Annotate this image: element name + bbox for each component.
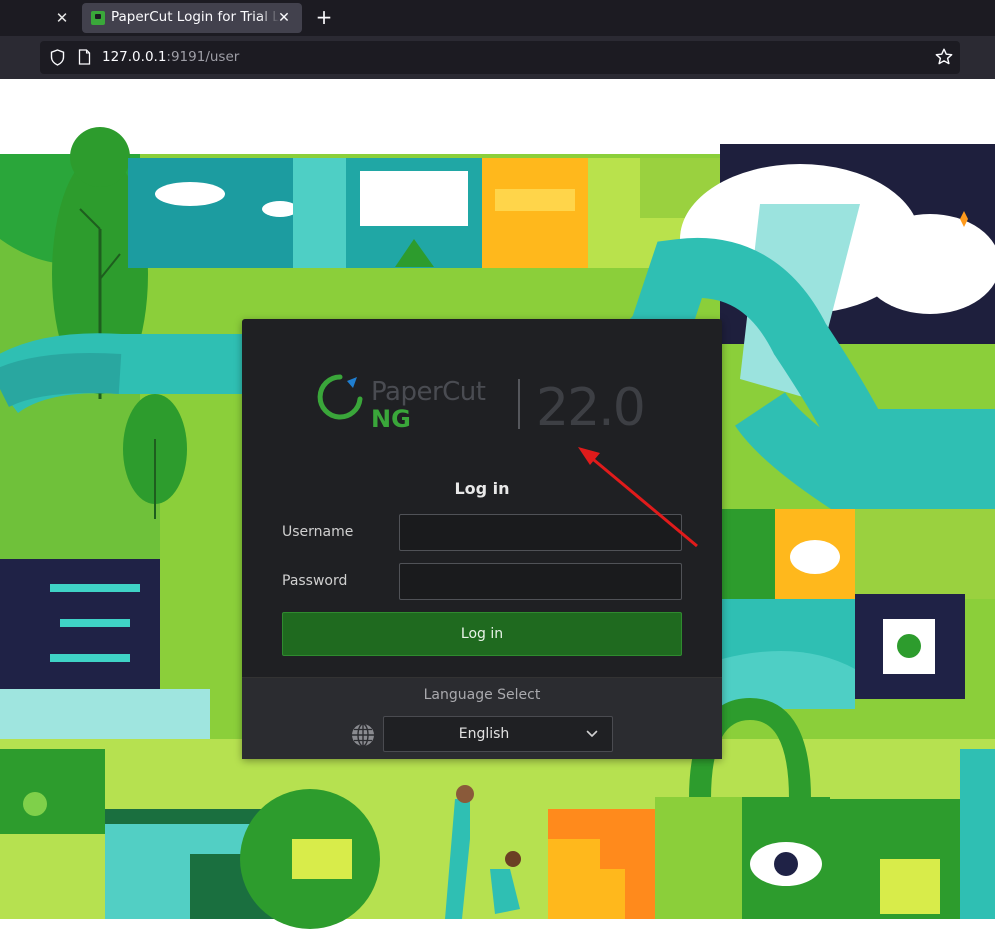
login-card: PaperCut NG 22.0 Log in Username Passwor… [242, 319, 722, 759]
language-selected-value: English [458, 726, 510, 742]
address-bar[interactable]: 127.0.0.1:9191/user [40, 41, 960, 74]
url-text[interactable]: 127.0.0.1:9191/user [102, 49, 239, 65]
tab-papercut-login[interactable]: PaperCut Login for Trial Licence ✕ [82, 3, 302, 33]
brand-edition: NG [371, 405, 411, 433]
new-tab-plus-icon[interactable]: + [312, 5, 336, 29]
language-dropdown[interactable]: English [383, 716, 613, 752]
brand-name: PaperCut [371, 377, 486, 407]
tab-close-icon[interactable]: ✕ [274, 8, 294, 28]
globe-icon [352, 723, 374, 747]
papercut-logo: PaperCut NG 22.0 [242, 319, 722, 459]
page-icon[interactable] [78, 49, 91, 65]
papercut-ng-logo: PaperCut NG 22.0 [317, 374, 646, 437]
shield-icon[interactable] [50, 49, 65, 66]
password-label: Password [282, 573, 348, 589]
username-label: Username [282, 524, 354, 540]
bookmark-star-icon[interactable] [934, 47, 954, 67]
papercut-logo-mark-icon [317, 374, 363, 420]
previous-tab-close-icon[interactable]: ✕ [52, 8, 72, 28]
language-select-label: Language Select [423, 687, 541, 703]
tab-title: PaperCut Login for Trial Licence [111, 9, 279, 25]
password-input[interactable] [399, 563, 682, 600]
papercut-favicon-icon [91, 11, 105, 25]
language-section: Language Select English [242, 677, 722, 759]
browser-nav-bar: 127.0.0.1:9191/user [0, 36, 995, 79]
login-button[interactable]: Log in [282, 612, 682, 656]
login-heading: Log in [454, 479, 510, 498]
brand-version: 22.0 [536, 378, 644, 437]
page-content: PaperCut NG 22.0 Log in Username Passwor… [0, 79, 995, 948]
chevron-down-icon [586, 730, 598, 737]
url-host: 127.0.0.1 [102, 49, 167, 65]
username-input[interactable] [399, 514, 682, 551]
browser-tab-bar: ✕ PaperCut Login for Trial Licence ✕ + [0, 0, 995, 36]
url-path: :9191/user [166, 49, 240, 65]
